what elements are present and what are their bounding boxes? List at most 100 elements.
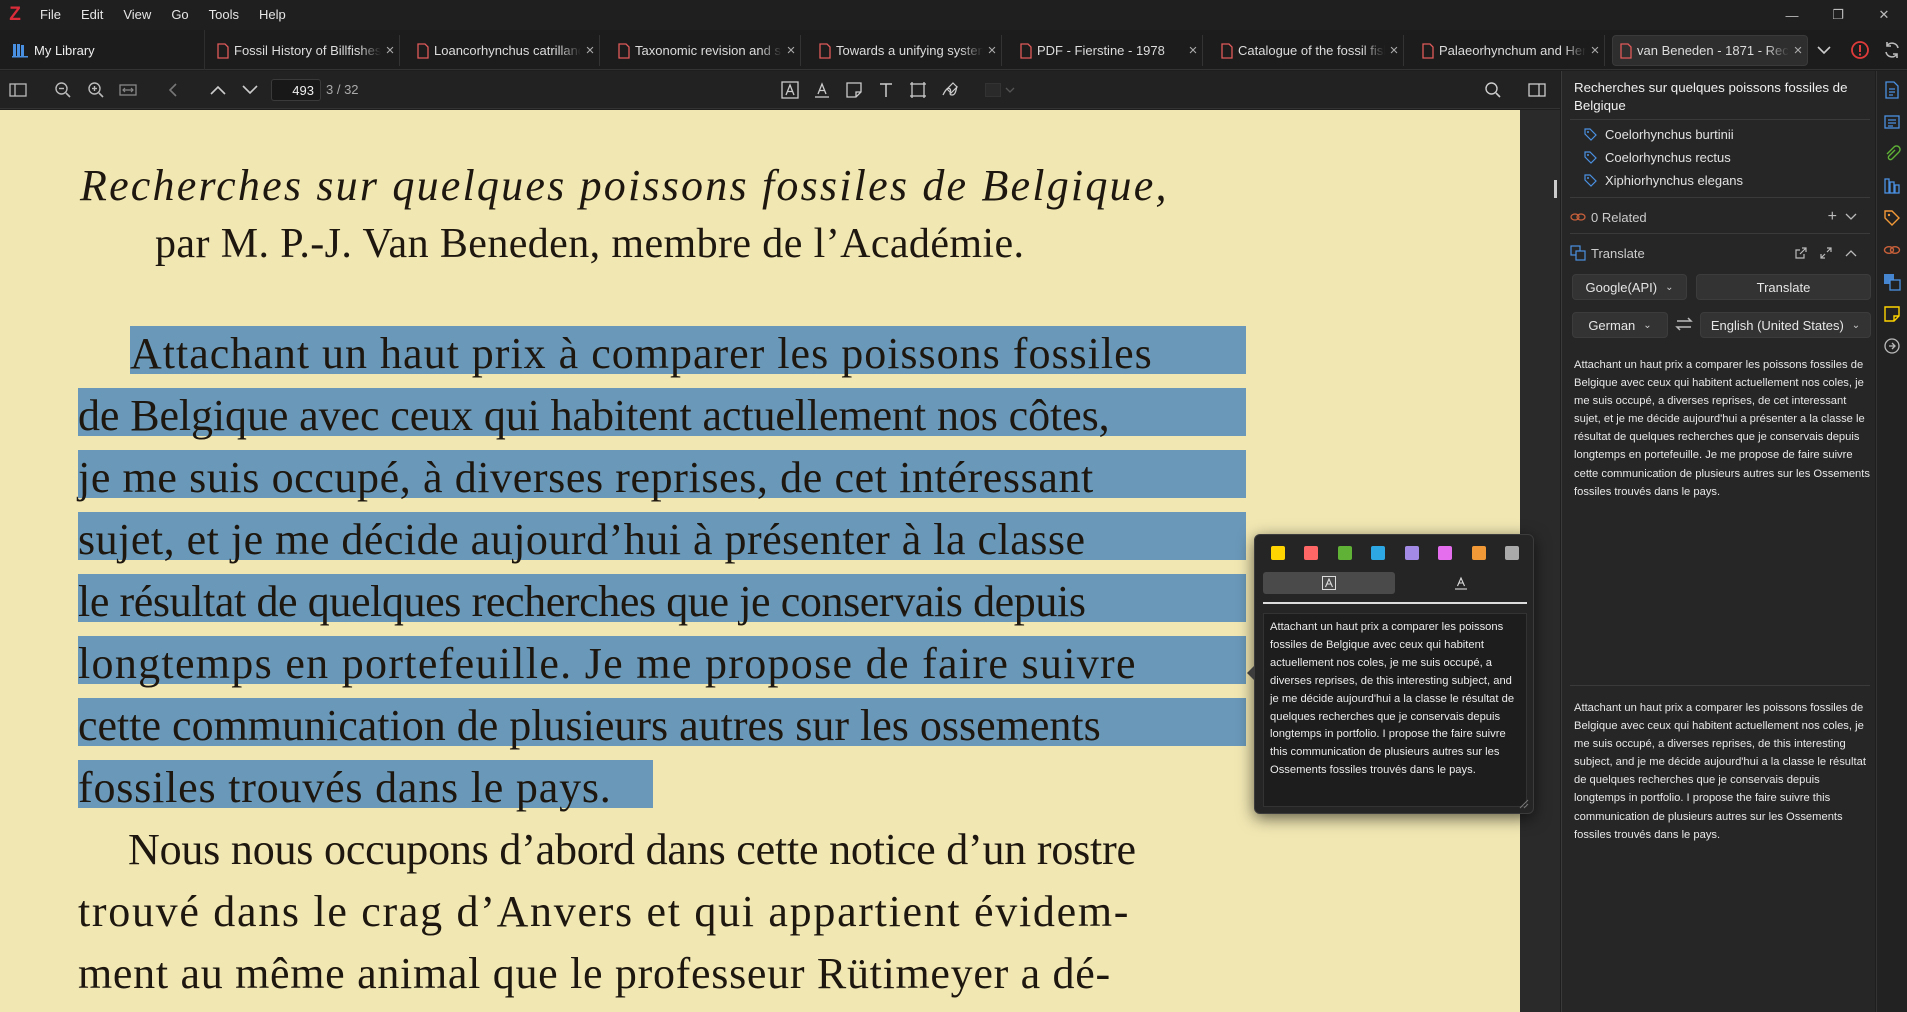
- underline-mode-button[interactable]: [1395, 572, 1527, 594]
- pdf-icon: [819, 42, 831, 59]
- related-actions: +: [1828, 207, 1862, 227]
- menu-edit[interactable]: Edit: [71, 0, 113, 30]
- minimize-button[interactable]: —: [1769, 0, 1815, 30]
- color-swatch-magenta[interactable]: [1438, 546, 1453, 560]
- libraries-collections-icon[interactable]: [1883, 177, 1901, 195]
- translate-button[interactable]: Translate: [1696, 274, 1871, 300]
- tab-my-library[interactable]: My Library: [0, 30, 205, 70]
- expand-icon[interactable]: [1820, 247, 1832, 259]
- menu-tools[interactable]: Tools: [199, 0, 249, 30]
- target-language-select[interactable]: English (United States) ⌄: [1700, 312, 1871, 338]
- paragraph-line: Nous nous occupons d’abord dans cette no…: [128, 825, 1136, 874]
- previous-page-icon[interactable]: [208, 80, 228, 100]
- tab-document[interactable]: Catalogue of the fossil fishes ×: [1214, 35, 1404, 66]
- search-icon[interactable]: [1483, 80, 1503, 100]
- sidebar-toggle-icon[interactable]: [8, 80, 28, 100]
- tab-close-icon[interactable]: ×: [581, 42, 599, 59]
- related-icon[interactable]: [1883, 241, 1901, 259]
- color-swatch-gray[interactable]: [1504, 546, 1519, 560]
- menu-bar: Z File Edit View Go Tools Help — ❐ ✕: [0, 0, 1907, 30]
- ink-tool-icon[interactable]: [940, 80, 960, 100]
- chevron-down-icon[interactable]: [1845, 213, 1857, 221]
- related-count: 0 Related: [1591, 209, 1647, 225]
- text-tool-icon[interactable]: [876, 80, 896, 100]
- close-window-button[interactable]: ✕: [1861, 0, 1907, 30]
- chevron-up-icon[interactable]: [1845, 249, 1857, 257]
- tab-document[interactable]: Taxonomic revision and systematics ×: [611, 35, 801, 66]
- tab-close-icon[interactable]: ×: [983, 42, 1001, 59]
- zoom-in-icon[interactable]: [86, 80, 106, 100]
- tab-close-icon[interactable]: ×: [1385, 42, 1403, 59]
- tags-icon[interactable]: [1883, 209, 1901, 227]
- color-swatch-yellow[interactable]: [1271, 546, 1285, 560]
- underline-tool-icon[interactable]: [812, 80, 832, 100]
- attachments-icon[interactable]: [1883, 145, 1901, 163]
- resize-grip-icon[interactable]: [1519, 799, 1529, 809]
- chevron-down-icon: ⌄: [1643, 319, 1652, 331]
- zoom-out-icon[interactable]: [53, 80, 73, 100]
- tab-document-active[interactable]: van Beneden - 1871 - Recherches ×: [1612, 35, 1808, 66]
- popup-translation-text[interactable]: Attachant un haut prix a comparer les po…: [1263, 613, 1527, 807]
- color-swatch-green[interactable]: [1337, 546, 1352, 560]
- highlight-tool-icon[interactable]: [780, 80, 800, 100]
- swap-languages-icon[interactable]: [1674, 314, 1694, 334]
- info-icon[interactable]: [1883, 81, 1901, 99]
- related-section-header[interactable]: 0 Related +: [1570, 207, 1870, 227]
- menu-help[interactable]: Help: [249, 0, 296, 30]
- add-related-icon[interactable]: +: [1828, 208, 1837, 226]
- restore-button[interactable]: ❐: [1815, 0, 1861, 30]
- tab-document[interactable]: Fossil History of Billfishes ×: [210, 35, 400, 66]
- highlight-icon: [1322, 576, 1336, 590]
- tab-document[interactable]: Palaeorhynchum and Hemirhynchus ×: [1415, 35, 1605, 66]
- zoom-fit-icon[interactable]: [118, 80, 138, 100]
- item-title[interactable]: Recherches sur quelques poissons fossile…: [1574, 79, 1864, 115]
- pdf-icon: [417, 42, 429, 59]
- open-external-icon[interactable]: [1795, 247, 1807, 259]
- source-text-area[interactable]: Attachant un haut prix a comparer les po…: [1574, 356, 1870, 501]
- translated-text-area[interactable]: Attachant un haut prix a comparer les po…: [1574, 699, 1870, 844]
- sync-icon[interactable]: [1882, 40, 1902, 60]
- page-number-input[interactable]: [271, 79, 321, 101]
- locate-icon[interactable]: [1883, 337, 1901, 355]
- translate-section-header[interactable]: Translate: [1570, 243, 1870, 263]
- tab-document[interactable]: PDF - Fierstine - 1978 ×: [1013, 35, 1203, 66]
- scrollbar-thumb[interactable]: [1554, 180, 1557, 198]
- target-language-label: English (United States): [1710, 317, 1844, 333]
- tag-item[interactable]: Coelorhynchus burtinii: [1584, 124, 1734, 144]
- source-language-select[interactable]: German ⌄: [1572, 312, 1668, 338]
- sync-error-icon[interactable]: [1850, 40, 1870, 60]
- translate-icon[interactable]: [1883, 273, 1901, 291]
- menu-go[interactable]: Go: [161, 0, 198, 30]
- context-pane-toggle-icon[interactable]: [1527, 80, 1547, 100]
- underline-icon: [1455, 576, 1467, 590]
- tab-close-icon[interactable]: ×: [1789, 42, 1807, 59]
- tab-close-icon[interactable]: ×: [1184, 42, 1202, 59]
- tab-close-icon[interactable]: ×: [381, 42, 399, 59]
- notes-icon[interactable]: [1883, 305, 1901, 323]
- tag-item[interactable]: Xiphiorhynchus elegans: [1584, 170, 1743, 190]
- document-viewer[interactable]: Recherches sur quelques poissons fossile…: [0, 110, 1560, 1012]
- abstract-icon[interactable]: [1883, 113, 1901, 131]
- back-icon[interactable]: [163, 80, 183, 100]
- color-swatch-blue[interactable]: [1371, 546, 1386, 560]
- next-page-icon[interactable]: [240, 80, 260, 100]
- note-tool-icon[interactable]: [844, 80, 864, 100]
- menu-view[interactable]: View: [113, 0, 161, 30]
- tab-document[interactable]: Towards a unifying system ×: [812, 35, 1002, 66]
- paragraph-line: sujet, et je me décide aujourd’hui à pré…: [78, 515, 1086, 564]
- color-swatch-orange[interactable]: [1471, 546, 1486, 560]
- tab-close-icon[interactable]: ×: [1586, 42, 1604, 59]
- tab-bar: My Library Fossil History of Billfishes …: [0, 30, 1907, 70]
- area-tool-icon[interactable]: [908, 80, 928, 100]
- translation-engine-select[interactable]: Google(API) ⌄: [1572, 274, 1687, 300]
- color-swatch-purple[interactable]: [1404, 546, 1419, 560]
- highlight-mode-button[interactable]: [1263, 572, 1395, 594]
- tab-close-icon[interactable]: ×: [782, 42, 800, 59]
- color-swatch-red[interactable]: [1304, 546, 1319, 560]
- tab-document[interactable]: Loancorhynchus catrillancai ×: [410, 35, 600, 66]
- tab-label: Loancorhynchus catrillancai: [434, 43, 581, 58]
- tag-item[interactable]: Coelorhynchus rectus: [1584, 147, 1731, 167]
- annotation-color-picker[interactable]: [985, 80, 1021, 100]
- tab-list-chevron-icon[interactable]: [1810, 38, 1838, 62]
- menu-file[interactable]: File: [30, 0, 71, 30]
